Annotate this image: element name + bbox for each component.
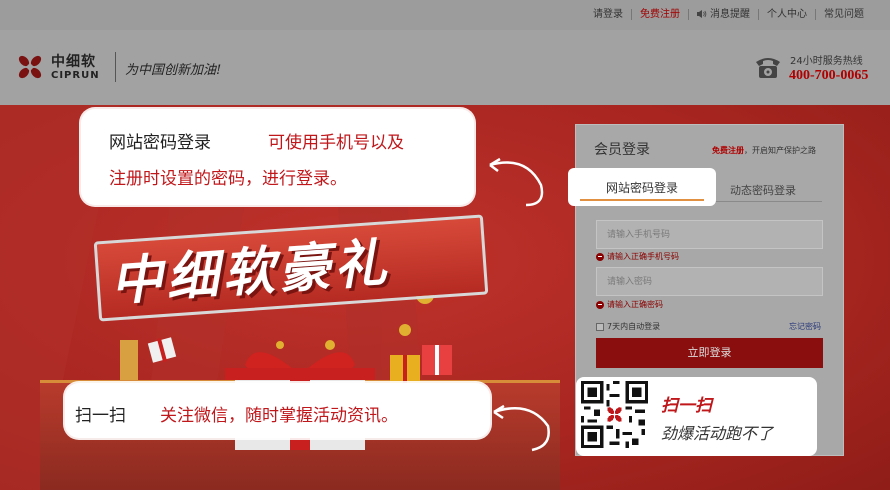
password-input[interactable] <box>597 268 822 295</box>
login-tip-title: 网站密码登录 <box>109 133 211 153</box>
notifications-label: 消息提醒 <box>710 9 750 20</box>
qr-title: 扫一扫 <box>661 396 712 416</box>
scan-tip-title: 扫一扫 <box>75 406 126 426</box>
login-submit-button[interactable]: 立即登录 <box>596 338 823 368</box>
brand-name-en: CIPRUN <box>51 70 100 81</box>
qr-code-image <box>581 381 648 448</box>
remember-label: 7天内自动登录 <box>607 322 661 331</box>
logo-icon[interactable] <box>15 52 45 82</box>
phone-error: 请输入正确手机号码 <box>596 251 679 262</box>
login-tip-bubble <box>81 109 474 205</box>
phone-icon <box>756 58 780 78</box>
login-register-note: 免费注册，开启知产保护之路 <box>712 145 816 156</box>
remember-me[interactable]: 7天内自动登录 <box>596 321 660 332</box>
login-tip-desc: 可使用手机号以及 <box>268 133 404 153</box>
brand-name: 中细软 <box>51 54 96 70</box>
error-icon <box>596 300 604 309</box>
login-tip-desc2: 注册时设置的密码，进行登录。 <box>109 169 347 189</box>
remember-checkbox[interactable] <box>596 322 604 331</box>
decor-gifts-right <box>390 345 452 385</box>
curved-arrow-icon <box>493 404 550 452</box>
password-error-text: 请输入正确密码 <box>607 300 663 309</box>
login-link[interactable]: 请登录 <box>585 9 631 20</box>
password-error: 请输入正确密码 <box>596 299 663 310</box>
login-register-link[interactable]: 免费注册 <box>712 146 744 155</box>
top-bar: 请登录 免费注册 消息提醒 个人中心 常见问题 <box>0 0 890 30</box>
forgot-password-link[interactable]: 忘记密码 <box>789 321 821 332</box>
speaker-icon <box>697 10 707 18</box>
hotline-label: 24小时服务热线 <box>790 56 863 67</box>
scan-tip-desc: 关注微信，随时掌握活动资讯。 <box>160 406 398 426</box>
register-link[interactable]: 免费注册 <box>631 9 688 20</box>
tab-password-label[interactable]: 网站密码登录 <box>568 179 716 196</box>
qr-subtitle: 劲爆活动跑不了 <box>661 424 774 443</box>
top-nav: 请登录 免费注册 消息提醒 个人中心 常见问题 <box>585 9 872 20</box>
phone-field[interactable] <box>596 220 823 249</box>
hotline-number: 400-700-0065 <box>789 68 869 83</box>
faq-link[interactable]: 常见问题 <box>815 9 872 20</box>
phone-error-text: 请输入正确手机号码 <box>607 252 679 261</box>
slogan: 为中国创新加油! <box>125 63 222 78</box>
notifications-link[interactable]: 消息提醒 <box>688 9 758 20</box>
tab-divider <box>716 201 822 202</box>
phone-input[interactable] <box>597 221 822 248</box>
password-field[interactable] <box>596 267 823 296</box>
personal-center-link[interactable]: 个人中心 <box>758 9 815 20</box>
tab-dynamic-login[interactable]: 动态密码登录 <box>730 182 796 198</box>
login-title: 会员登录 <box>594 142 650 158</box>
decor-gift-small <box>120 337 177 380</box>
curved-arrow-icon <box>489 157 544 207</box>
error-icon <box>596 252 604 261</box>
brand-divider <box>115 52 116 82</box>
tab-active-indicator <box>580 199 704 201</box>
login-register-suffix: ，开启知产保护之路 <box>744 146 816 155</box>
